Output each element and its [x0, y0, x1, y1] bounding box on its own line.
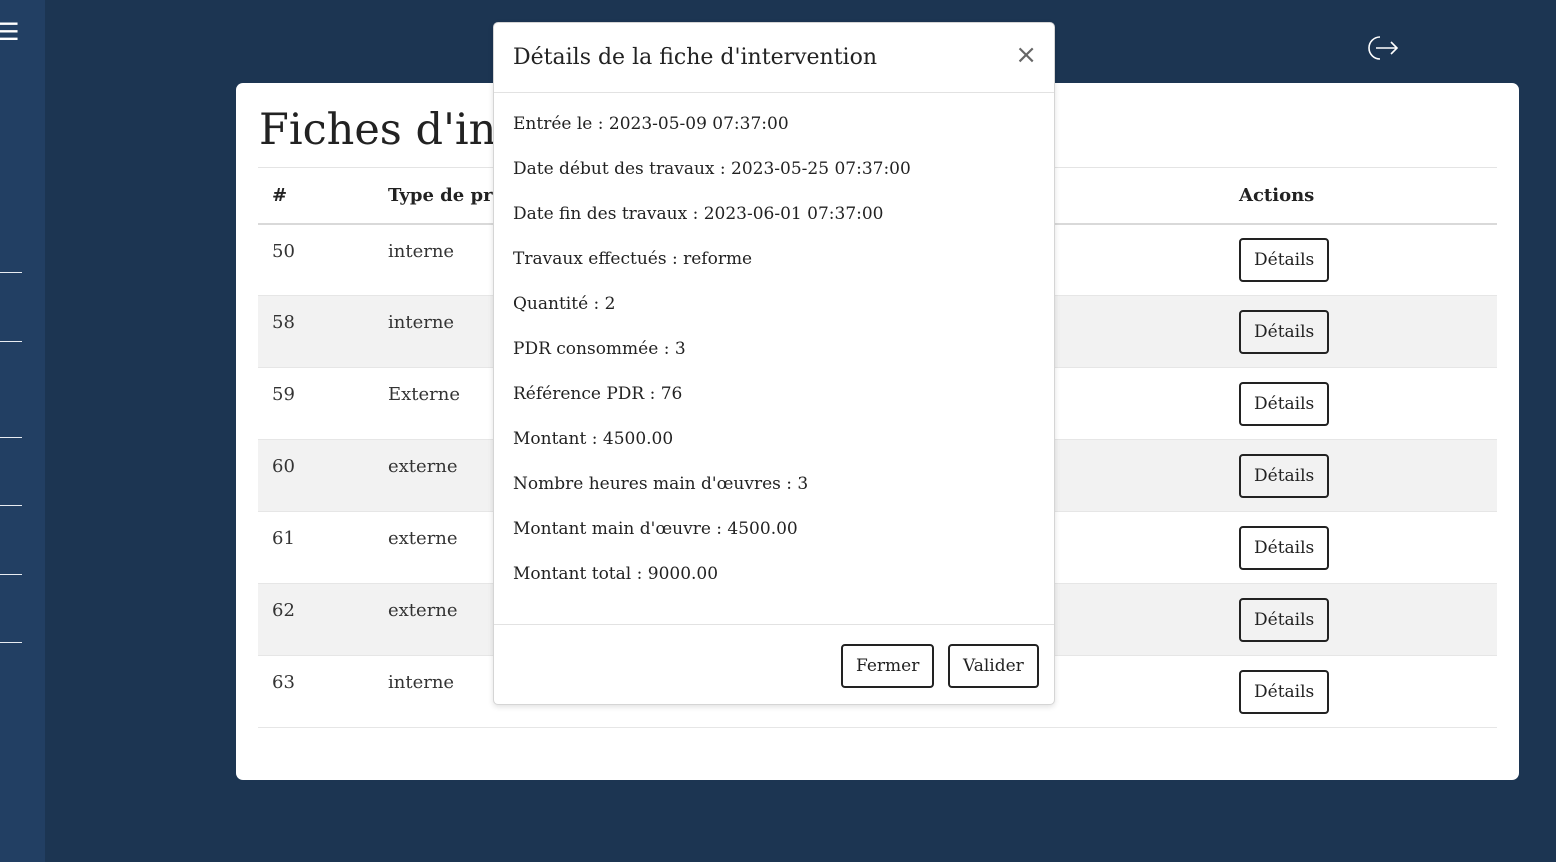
row-actions: Détails: [1225, 583, 1497, 656]
sidebar-divider: [0, 341, 22, 342]
row-id: 60: [258, 439, 374, 512]
details-button[interactable]: Détails: [1239, 309, 1330, 354]
row-id: 59: [258, 367, 374, 440]
detail-line: Montant : 4500.00: [513, 429, 674, 449]
details-button[interactable]: Détails: [1239, 381, 1330, 426]
sidebar-divider: [0, 437, 22, 438]
hamburger-menu-icon[interactable]: ☰: [0, 20, 20, 44]
details-button[interactable]: Détails: [1239, 525, 1330, 570]
column-header-id: #: [258, 167, 374, 225]
row-actions: Détails: [1225, 295, 1497, 368]
row-actions: Détails: [1225, 655, 1497, 728]
row-actions: Détails: [1225, 367, 1497, 440]
sidebar-divider: [0, 642, 22, 643]
close-icon[interactable]: ×: [1015, 41, 1037, 69]
detail-line: Montant main d'œuvre : 4500.00: [513, 519, 798, 539]
detail-line: Date fin des travaux : 2023-06-01 07:37:…: [513, 204, 884, 224]
logout-icon[interactable]: [1366, 33, 1400, 63]
details-button[interactable]: Détails: [1239, 669, 1330, 714]
sidebar-divider: [0, 505, 22, 506]
detail-line: Date début des travaux : 2023-05-25 07:3…: [513, 159, 911, 179]
intervention-details-modal: Détails de la fiche d'intervention × Ent…: [493, 22, 1055, 705]
row-id: 62: [258, 583, 374, 656]
validate-button[interactable]: Valider: [948, 644, 1039, 688]
sidebar-divider: [0, 272, 22, 273]
close-button[interactable]: Fermer: [841, 644, 935, 688]
row-id: 63: [258, 655, 374, 728]
detail-line: Montant total : 9000.00: [513, 564, 719, 584]
row-id: 50: [258, 223, 374, 296]
detail-line: Entrée le : 2023-05-09 07:37:00: [513, 114, 789, 134]
row-actions: Détails: [1225, 439, 1497, 512]
row-id: 58: [258, 295, 374, 368]
modal-footer: Fermer Valider: [494, 625, 1054, 705]
row-actions: Détails: [1225, 223, 1497, 296]
row-id: 61: [258, 511, 374, 584]
details-button[interactable]: Détails: [1239, 453, 1330, 498]
detail-line: PDR consommée : 3: [513, 339, 686, 359]
column-header-actions: Actions: [1225, 167, 1497, 225]
detail-line: Quantité : 2: [513, 294, 616, 314]
sidebar: ☰: [0, 0, 45, 862]
sidebar-divider: [0, 574, 22, 575]
modal-title: Détails de la fiche d'intervention: [513, 45, 878, 70]
details-button[interactable]: Détails: [1239, 237, 1330, 282]
modal-header: Détails de la fiche d'intervention ×: [494, 23, 1054, 93]
details-button[interactable]: Détails: [1239, 597, 1330, 642]
detail-line: Référence PDR : 76: [513, 384, 683, 404]
detail-line: Travaux effectués : reforme: [513, 249, 753, 269]
row-actions: Détails: [1225, 511, 1497, 584]
detail-line: Nombre heures main d'œuvres : 3: [513, 474, 809, 494]
modal-body: Entrée le : 2023-05-09 07:37:00 Date débu…: [494, 93, 1054, 625]
